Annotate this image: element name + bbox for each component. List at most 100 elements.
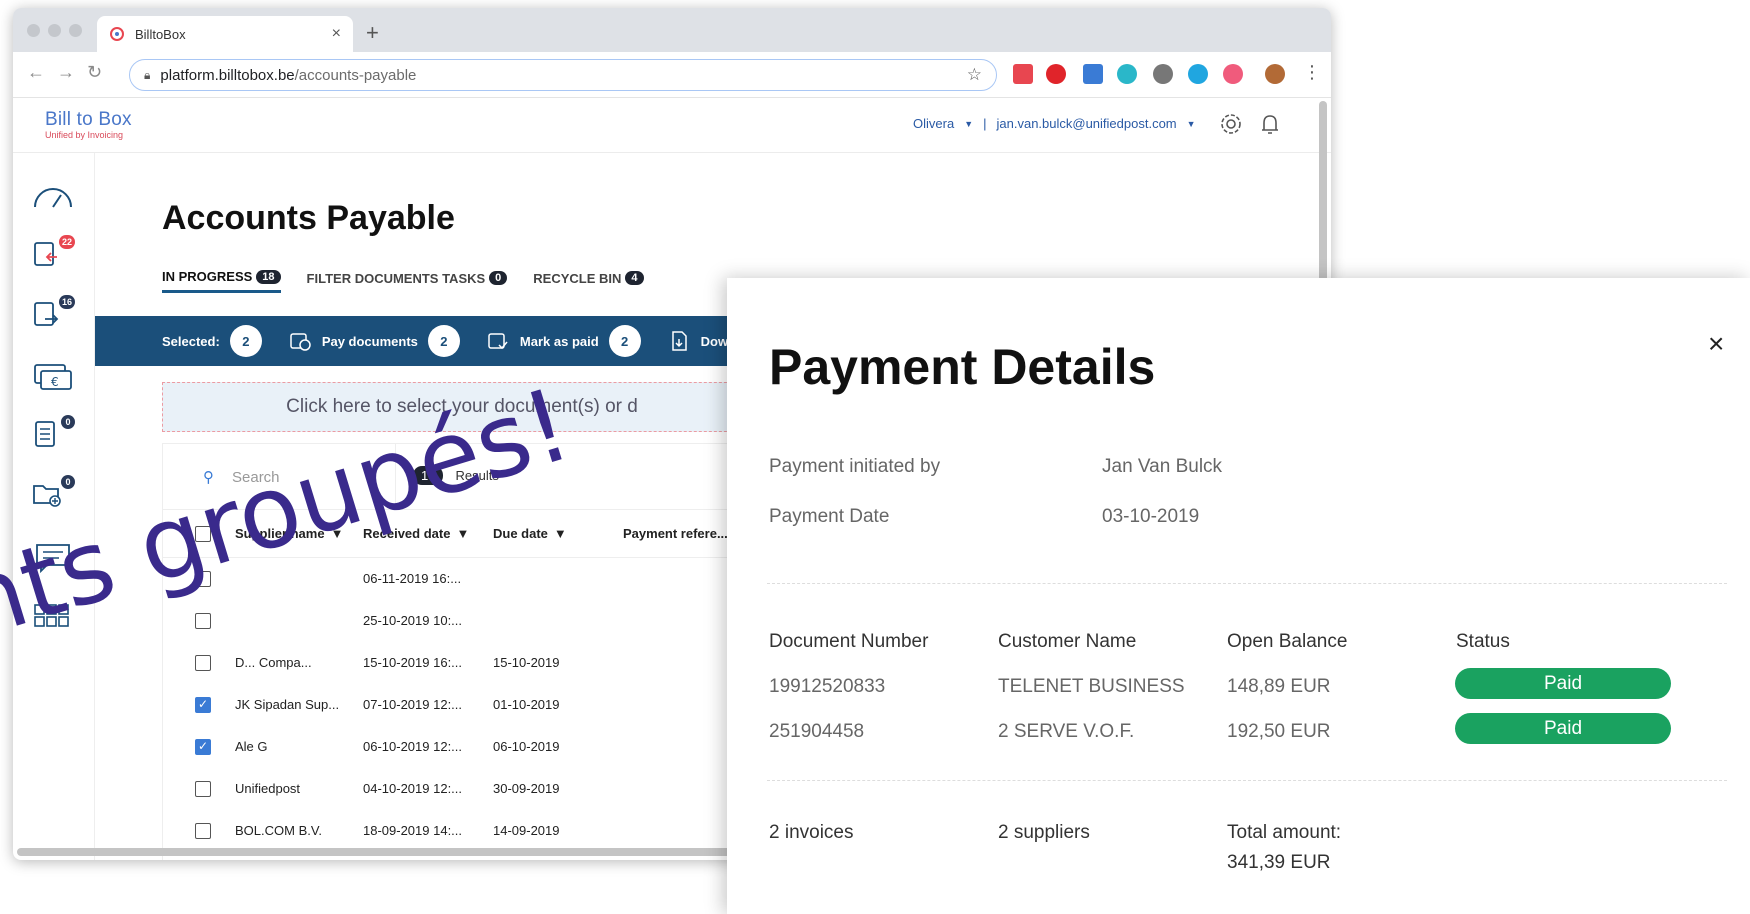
company-dropdown[interactable]: Olivera <box>913 116 954 131</box>
status-badge: Paid <box>1455 668 1671 699</box>
close-icon[interactable]: × <box>1708 328 1724 360</box>
due-cell: 15-10-2019 <box>493 655 560 670</box>
tab-close-icon[interactable]: × <box>332 25 341 43</box>
divider <box>767 780 1727 781</box>
filter-icon[interactable]: ▼ <box>456 526 469 541</box>
maximize-window-button[interactable] <box>69 24 82 37</box>
supplier-cell: Unifiedpost <box>235 781 301 796</box>
payment-date-label: Payment Date <box>769 506 890 527</box>
sidebar-item-folder[interactable]: 0 <box>31 475 75 517</box>
row-checkbox[interactable] <box>195 655 211 671</box>
browser-tabbar: BilltoBox × + <box>13 8 1331 52</box>
extension-react-icon[interactable] <box>1117 64 1137 84</box>
due-cell: 30-09-2019 <box>493 781 560 796</box>
pay-count: 2 <box>427 325 460 357</box>
forward-icon[interactable]: → <box>57 62 75 83</box>
address-bar[interactable]: 🔒︎ platform.billtobox.be/accounts-payabl… <box>129 59 997 91</box>
open-balance-cell: 192,50 EUR <box>1227 721 1331 742</box>
table-row[interactable]: Unifiedpost 04-10-2019 12:... 30-09-2019 <box>163 768 761 810</box>
browser-tab[interactable]: BilltoBox × <box>97 16 353 52</box>
back-icon[interactable]: ← <box>27 62 45 83</box>
header-status: Status <box>1456 631 1510 652</box>
window-controls <box>27 24 82 37</box>
customer-name-cell: 2 SERVE V.O.F. <box>998 721 1135 742</box>
payment-date-value: 03-10-2019 <box>1102 506 1200 527</box>
due-cell: 06-10-2019 <box>493 739 560 754</box>
extension-calendar-icon[interactable] <box>1013 64 1033 84</box>
sidebar-item-inbox[interactable]: 22 <box>31 235 75 277</box>
mark-as-paid-button[interactable]: Mark as paid <box>520 334 599 349</box>
row-checkbox-checked[interactable]: ✓ <box>195 697 211 713</box>
gear-icon[interactable] <box>1216 109 1246 139</box>
sidebar-item-outbox[interactable]: 16 <box>31 295 75 337</box>
row-checkbox[interactable] <box>195 781 211 797</box>
chevron-down-icon: ▼ <box>964 118 974 129</box>
bell-icon[interactable] <box>1255 109 1285 139</box>
mark-count: 2 <box>608 325 641 357</box>
row-checkbox[interactable] <box>195 823 211 839</box>
minimize-window-button[interactable] <box>48 24 61 37</box>
column-label: Due date <box>493 526 548 541</box>
pay-documents-button[interactable]: Pay documents <box>322 334 418 349</box>
column-payment-reference[interactable]: Payment refere... <box>623 526 728 541</box>
column-label: Payment refere... <box>623 526 728 541</box>
invoice-count: 2 invoices <box>769 822 854 843</box>
user-dropdown[interactable]: jan.van.bulck@unifiedpost.com <box>997 116 1177 131</box>
initiated-by-label: Payment initiated by <box>769 456 941 477</box>
row-checkbox-checked[interactable]: ✓ <box>195 739 211 755</box>
column-due-date[interactable]: Due date ▼ <box>493 526 567 541</box>
extension-circle-icon[interactable] <box>1153 64 1173 84</box>
total-amount-value: 341,39 EUR <box>1227 852 1331 873</box>
tab-count-badge: 0 <box>489 271 508 285</box>
tab-recycle-bin[interactable]: RECYCLE BIN 4 <box>533 269 644 293</box>
supplier-cell: JK Sipadan Sup... <box>235 697 340 712</box>
supplier-cell: Ale G <box>235 739 268 754</box>
tab-in-progress[interactable]: IN PROGRESS 18 <box>162 269 281 293</box>
supplier-cell: BOL.COM B.V. <box>235 823 322 838</box>
table-row[interactable]: BOL.COM B.V. 18-09-2019 14:... 14-09-201… <box>163 810 761 840</box>
reload-icon[interactable]: ↻ <box>87 62 102 83</box>
header-open-balance: Open Balance <box>1227 631 1348 652</box>
row-checkbox[interactable] <box>195 613 211 629</box>
supplier-cell: D... Compa... <box>235 655 312 670</box>
table-row[interactable]: D... Compa... 15-10-2019 16:... 15-10-20… <box>163 642 761 684</box>
browser-toolbar: ← → ↻ 🔒︎ platform.billtobox.be/accounts-… <box>13 52 1331 98</box>
star-icon[interactable]: ☆ <box>967 65 982 85</box>
euro-bills-icon[interactable]: € <box>31 359 75 397</box>
svg-text:€: € <box>51 375 59 389</box>
extension-pink-icon[interactable] <box>1223 64 1243 84</box>
profile-avatar[interactable] <box>1265 64 1285 84</box>
download-button[interactable]: Dow <box>701 334 728 349</box>
task-list-icon <box>35 421 55 447</box>
tab-title: BilltoBox <box>135 26 186 42</box>
url-host: platform.billtobox.be <box>160 66 295 84</box>
extension-pen-icon[interactable] <box>1083 64 1103 84</box>
browser-menu-icon[interactable]: ⋮ <box>1303 62 1321 83</box>
customer-name-cell: TELENET BUSINESS <box>998 676 1185 697</box>
tab-bar: IN PROGRESS 18 FILTER DOCUMENTS TASKS 0 … <box>162 269 644 293</box>
speedometer-icon[interactable] <box>31 179 75 217</box>
selected-label: Selected: <box>162 333 220 349</box>
extension-opera-icon[interactable] <box>1046 64 1066 84</box>
tab-filter-documents-tasks[interactable]: FILTER DOCUMENTS TASKS 0 <box>307 269 508 293</box>
table-row[interactable]: 25-10-2019 10:... <box>163 600 761 642</box>
table-row[interactable]: ✓ Ale G 06-10-2019 12:... 06-10-2019 <box>163 726 761 768</box>
received-cell: 06-10-2019 12:... <box>363 739 463 754</box>
logo[interactable]: Bill to Box Unified by Invoicing <box>45 109 132 140</box>
header-separator: | <box>983 116 987 131</box>
close-window-button[interactable] <box>27 24 40 37</box>
initiated-by-value: Jan Van Bulck <box>1102 456 1223 477</box>
filter-icon[interactable]: ▼ <box>554 526 567 541</box>
sidebar-item-tasks[interactable]: 0 <box>31 415 75 457</box>
horizontal-scrollbar[interactable] <box>17 848 737 856</box>
new-tab-button[interactable]: + <box>366 20 379 46</box>
received-cell: 15-10-2019 16:... <box>363 655 463 670</box>
table-row[interactable]: ✓ JK Sipadan Sup... 07-10-2019 12:... 01… <box>163 684 761 726</box>
extension-refresh-icon[interactable] <box>1188 64 1208 84</box>
status-badge: Paid <box>1455 713 1671 744</box>
open-balance-cell: 148,89 EUR <box>1227 676 1331 697</box>
pay-documents-icon <box>290 333 311 351</box>
received-cell: 04-10-2019 12:... <box>363 781 463 796</box>
lock-icon: 🔒︎ <box>144 67 151 82</box>
mark-as-paid-icon <box>488 333 508 350</box>
